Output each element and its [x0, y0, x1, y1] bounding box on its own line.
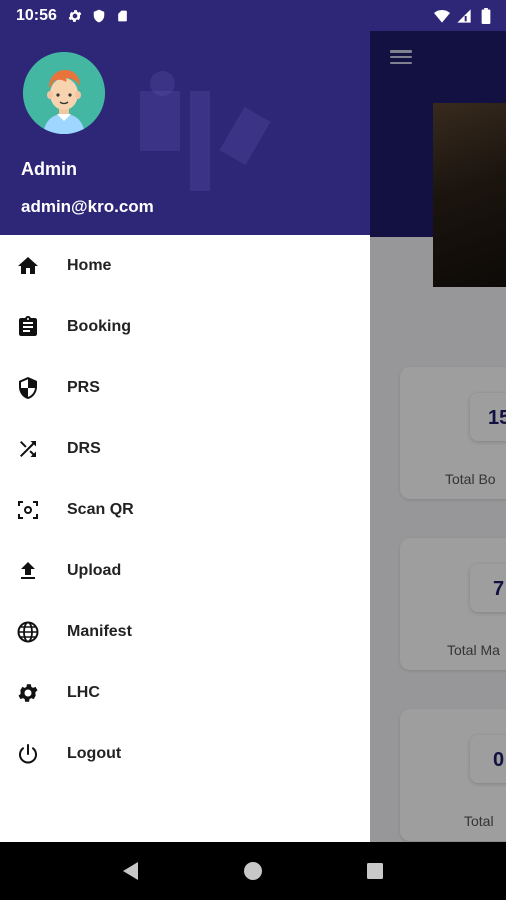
- system-navigation-bar: [0, 842, 506, 900]
- gear-icon: [67, 8, 83, 24]
- avatar-icon: [23, 52, 105, 134]
- menu-item-upload[interactable]: Upload: [0, 540, 370, 601]
- menu-item-home[interactable]: Home: [0, 235, 370, 296]
- globe-icon: [15, 619, 41, 645]
- menu-item-prs[interactable]: PRS: [0, 357, 370, 418]
- status-time: 10:56: [16, 6, 57, 24]
- scan-icon: [15, 497, 41, 523]
- user-email: admin@kro.com: [21, 197, 154, 216]
- gear-icon: [15, 680, 41, 706]
- battery-icon: [478, 7, 494, 24]
- menu-item-label: Home: [67, 256, 112, 274]
- drawer-header: Admin admin@kro.com: [0, 31, 370, 235]
- header-decoration: [190, 91, 210, 191]
- wifi-icon: [434, 8, 450, 24]
- upload-icon: [15, 558, 41, 584]
- status-icons-right: [434, 7, 494, 24]
- menu-item-booking[interactable]: Booking: [0, 296, 370, 357]
- recents-icon: [367, 863, 383, 879]
- menu-item-label: LHC: [67, 683, 100, 701]
- menu-item-label: Booking: [67, 317, 131, 335]
- menu-item-label: PRS: [67, 378, 100, 396]
- home-circle-icon: [244, 862, 262, 880]
- menu-item-manifest[interactable]: Manifest: [0, 601, 370, 662]
- menu-item-drs[interactable]: DRS: [0, 418, 370, 479]
- status-icons-left: [67, 8, 131, 24]
- user-name: Admin: [21, 159, 77, 179]
- menu-item-label: Manifest: [67, 622, 132, 640]
- back-button[interactable]: [111, 851, 151, 891]
- header-decoration: [150, 71, 175, 96]
- clipboard-icon: [15, 314, 41, 340]
- signal-icon: [456, 8, 472, 24]
- sim-card-icon: [115, 8, 131, 24]
- back-icon: [123, 862, 138, 880]
- shield-icon: [91, 8, 107, 24]
- recents-button[interactable]: [355, 851, 395, 891]
- menu-item-label: Scan QR: [67, 500, 134, 518]
- home-button[interactable]: [233, 851, 273, 891]
- header-decoration: [140, 91, 180, 151]
- menu-item-lhc[interactable]: LHC: [0, 662, 370, 723]
- header-decoration: [219, 106, 271, 166]
- menu-item-logout[interactable]: Logout: [0, 723, 370, 784]
- drawer-menu: Home Booking PRS DRS Scan QR Upload Mani…: [0, 235, 370, 784]
- menu-item-scan-qr[interactable]: Scan QR: [0, 479, 370, 540]
- status-bar: 10:56: [0, 0, 506, 31]
- power-icon: [15, 741, 41, 767]
- home-icon: [15, 253, 41, 279]
- navigation-drawer: Admin admin@kro.com Home Booking PRS DRS…: [0, 31, 370, 842]
- shuffle-icon: [15, 436, 41, 462]
- menu-item-label: Logout: [67, 744, 122, 762]
- avatar[interactable]: [23, 52, 105, 134]
- menu-item-label: DRS: [67, 439, 101, 457]
- menu-item-label: Upload: [67, 561, 122, 579]
- shield-icon: [15, 375, 41, 401]
